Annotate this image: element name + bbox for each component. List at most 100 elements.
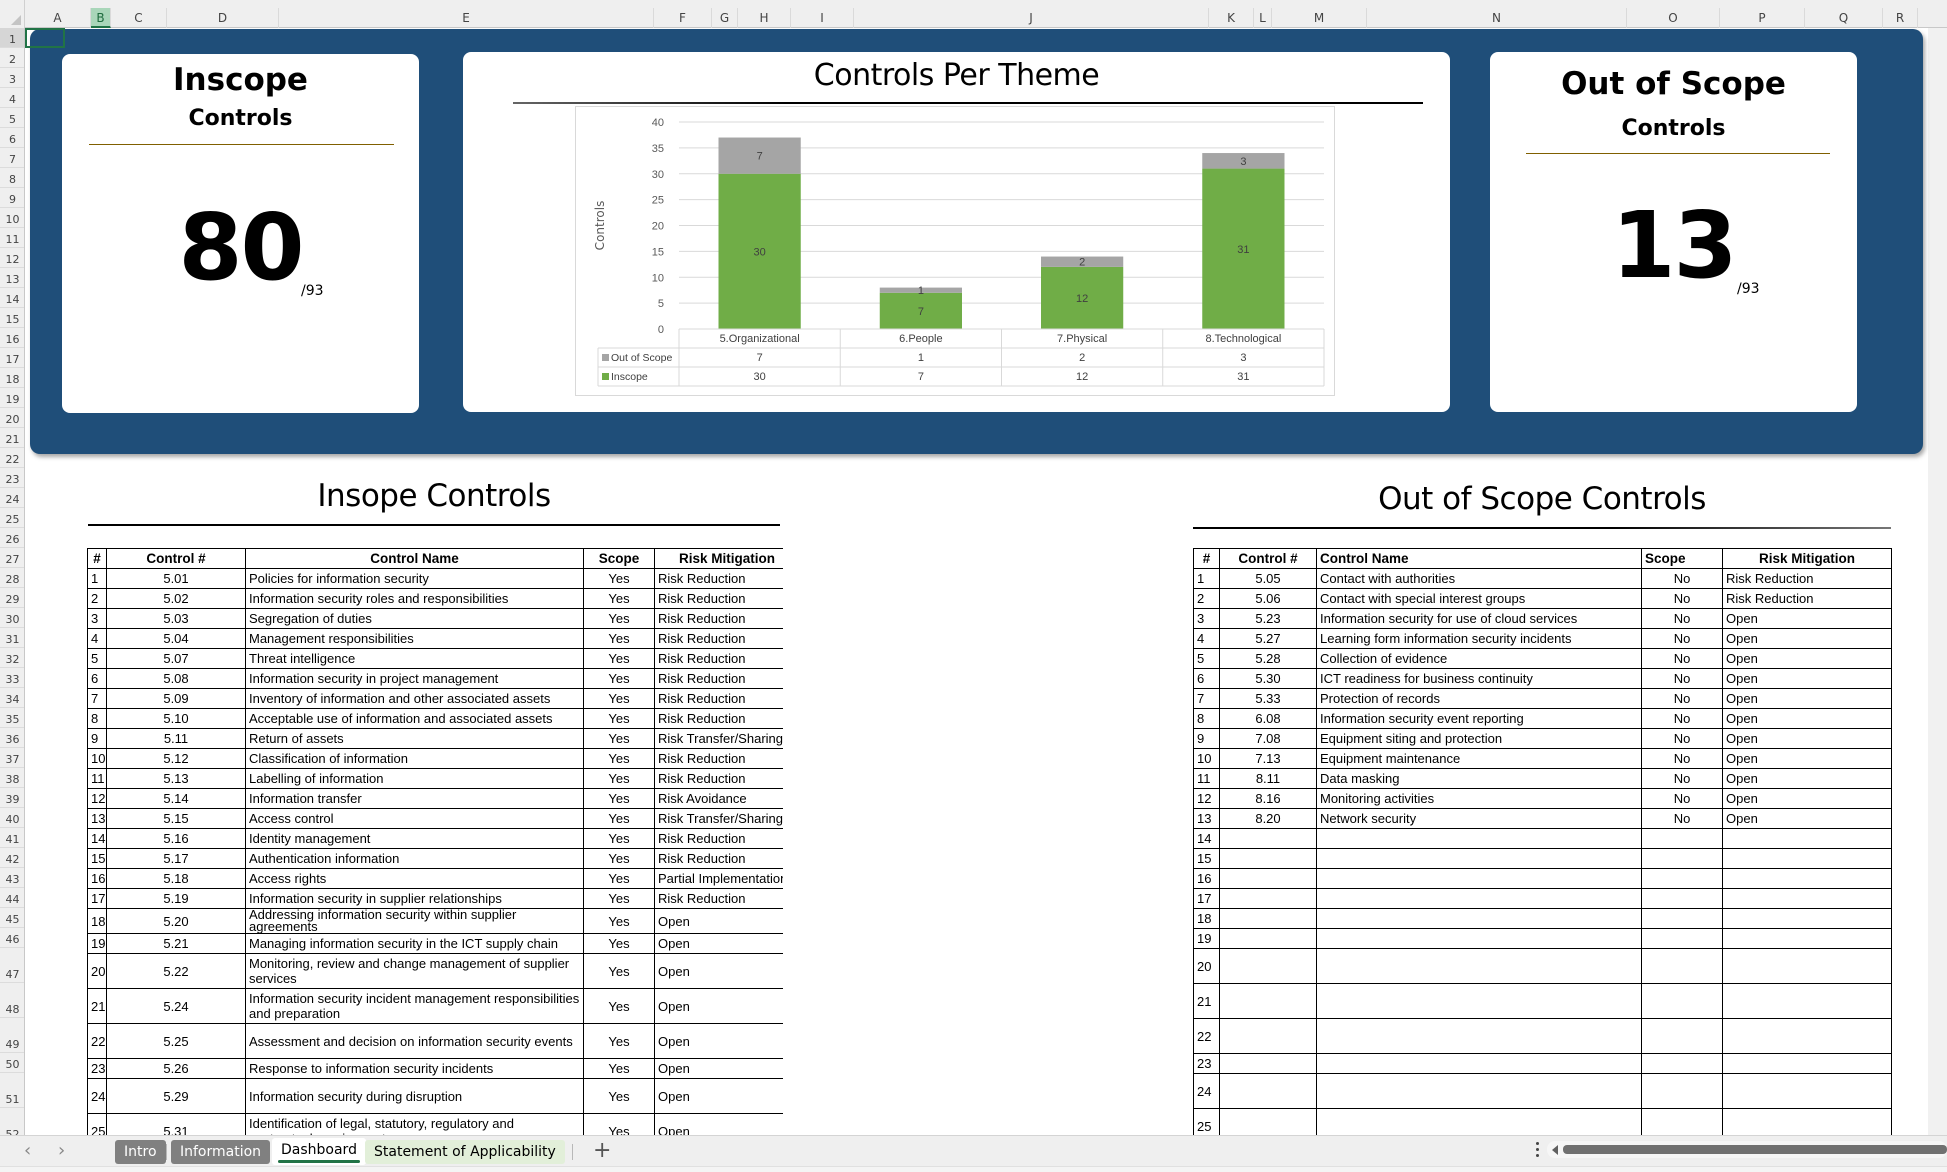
scope-cell[interactable]: Yes <box>583 953 655 989</box>
risk-mitigation-cell[interactable]: Open <box>1722 628 1892 649</box>
control-name-cell[interactable]: Addressing information security within s… <box>245 908 584 934</box>
control-name-cell[interactable]: Identification of legal, statutory, regu… <box>245 1113 584 1135</box>
control-number-cell[interactable] <box>1219 888 1317 909</box>
controls-per-theme-chart-card[interactable]: Controls Per Theme 0 5 10 15 20 25 30 35 40 Contr… <box>463 52 1450 412</box>
risk-mitigation-cell[interactable]: Risk Reduction <box>654 588 783 609</box>
scope-cell[interactable]: No <box>1641 788 1723 809</box>
row-header[interactable]: 51 <box>0 1073 24 1108</box>
row-header[interactable]: 40 <box>0 808 24 828</box>
control-number-cell[interactable]: 5.25 <box>106 1023 246 1059</box>
table-row[interactable]: 24 5.29 Information security during disrup… <box>87 1078 783 1114</box>
table-row[interactable]: 11 5.13 Labelling of information Yes Risk Re… <box>87 768 783 789</box>
next-sheet-arrow-icon[interactable]: › <box>58 1140 65 1161</box>
scope-cell[interactable]: Yes <box>583 588 655 609</box>
column-header[interactable]: Q <box>1805 8 1883 28</box>
control-name-cell[interactable]: Authentication information <box>245 848 584 869</box>
header-col-scope[interactable]: Scope <box>583 548 655 569</box>
risk-mitigation-cell[interactable]: Open <box>654 1113 783 1135</box>
control-name-cell[interactable]: Collection of evidence <box>1316 648 1642 669</box>
control-name-cell[interactable]: Managing information security in the ICT… <box>245 933 584 954</box>
control-number-cell[interactable]: 5.13 <box>106 768 246 789</box>
risk-mitigation-cell[interactable]: Open <box>1722 788 1892 809</box>
row-header[interactable]: 9 <box>0 188 24 208</box>
scope-cell[interactable]: Yes <box>583 748 655 769</box>
control-number-cell[interactable]: 5.05 <box>1219 568 1317 589</box>
control-number-cell[interactable]: 8.16 <box>1219 788 1317 809</box>
control-name-cell[interactable] <box>1316 1053 1642 1074</box>
control-number-cell[interactable]: 5.01 <box>106 568 246 589</box>
column-header[interactable]: K <box>1209 8 1254 28</box>
risk-mitigation-cell[interactable] <box>1722 848 1892 869</box>
row-number-cell[interactable]: 3 <box>87 608 107 629</box>
control-number-cell[interactable] <box>1219 1108 1317 1135</box>
table-row[interactable]: 2 5.02 Information security roles and resp… <box>87 588 783 609</box>
risk-mitigation-cell[interactable]: Open <box>1722 808 1892 829</box>
control-name-cell[interactable]: Data masking <box>1316 768 1642 789</box>
row-number-cell[interactable]: 15 <box>87 848 107 869</box>
row-header[interactable]: 41 <box>0 828 24 848</box>
scope-cell[interactable]: Yes <box>583 608 655 629</box>
table-row[interactable]: 7 5.09 Inventory of information and other … <box>87 688 783 709</box>
control-number-cell[interactable]: 5.33 <box>1219 688 1317 709</box>
control-name-cell[interactable]: Contact with authorities <box>1316 568 1642 589</box>
table-row[interactable]: 2 5.06 Contact with special interest group… <box>1193 588 1892 609</box>
column-header[interactable]: I <box>791 8 854 28</box>
row-number-cell[interactable]: 1 <box>1193 568 1220 589</box>
row-number-cell[interactable]: 14 <box>1193 828 1220 849</box>
control-number-cell[interactable]: 5.10 <box>106 708 246 729</box>
control-number-cell[interactable]: 5.07 <box>106 648 246 669</box>
table-row[interactable]: 20 <box>1193 948 1892 984</box>
row-header[interactable]: 33 <box>0 668 24 688</box>
table-row[interactable]: 23 <box>1193 1053 1892 1074</box>
table-row[interactable]: 4 5.04 Management responsibilities Yes Risk … <box>87 628 783 649</box>
more-options-icon[interactable] <box>1536 1142 1540 1160</box>
row-header[interactable]: 16 <box>0 328 24 348</box>
control-number-cell[interactable]: 5.08 <box>106 668 246 689</box>
table-row[interactable]: 18 5.20 Addressing information security wi… <box>87 908 783 934</box>
row-number-cell[interactable]: 4 <box>1193 628 1220 649</box>
control-number-cell[interactable]: 5.20 <box>106 908 246 934</box>
row-header[interactable]: 6 <box>0 128 24 148</box>
risk-mitigation-cell[interactable]: Risk Reduction <box>654 768 783 789</box>
scope-cell[interactable]: Yes <box>583 708 655 729</box>
scope-cell[interactable]: Yes <box>583 788 655 809</box>
table-row[interactable]: 14 5.16 Identity management Yes Risk Reducti… <box>87 828 783 849</box>
risk-mitigation-cell[interactable]: Open <box>654 908 783 934</box>
row-header[interactable]: 29 <box>0 588 24 608</box>
scope-cell[interactable]: Yes <box>583 888 655 909</box>
chart-plot-frame[interactable]: 0 5 10 15 20 25 30 35 40 Controls 30 7 7 1 12 2 31 3 5.Org… <box>575 106 1335 396</box>
control-name-cell[interactable]: Information security roles and responsib… <box>245 588 584 609</box>
control-name-cell[interactable] <box>1316 983 1642 1019</box>
control-name-cell[interactable]: Protection of records <box>1316 688 1642 709</box>
scope-cell[interactable]: Yes <box>583 1078 655 1114</box>
scope-cell[interactable]: No <box>1641 808 1723 829</box>
control-name-cell[interactable]: Return of assets <box>245 728 584 749</box>
control-name-cell[interactable]: Threat intelligence <box>245 648 584 669</box>
control-name-cell[interactable]: Information security incident management… <box>245 988 584 1024</box>
scope-cell[interactable]: No <box>1641 688 1723 709</box>
control-name-cell[interactable]: Classification of information <box>245 748 584 769</box>
control-name-cell[interactable]: ICT readiness for business continuity <box>1316 668 1642 689</box>
row-number-cell[interactable]: 16 <box>87 868 107 889</box>
control-name-cell[interactable]: Acceptable use of information and associ… <box>245 708 584 729</box>
row-number-cell[interactable]: 12 <box>1193 788 1220 809</box>
control-name-cell[interactable] <box>1316 1108 1642 1135</box>
control-number-cell[interactable] <box>1219 868 1317 889</box>
row-number-cell[interactable]: 20 <box>87 953 107 989</box>
control-name-cell[interactable]: Assessment and decision on information s… <box>245 1023 584 1059</box>
row-number-cell[interactable]: 22 <box>1193 1018 1220 1054</box>
scope-cell[interactable] <box>1641 868 1723 889</box>
row-number-cell[interactable]: 1 <box>87 568 107 589</box>
row-header[interactable]: 44 <box>0 888 24 908</box>
row-header[interactable]: 36 <box>0 728 24 748</box>
scroll-left-arrow-icon[interactable] <box>1552 1145 1558 1155</box>
row-header[interactable]: 39 <box>0 788 24 808</box>
risk-mitigation-cell[interactable]: Risk Reduction <box>1722 568 1892 589</box>
control-number-cell[interactable] <box>1219 848 1317 869</box>
row-header[interactable]: 30 <box>0 608 24 628</box>
table-row[interactable]: 10 5.12 Classification of information Yes Ri… <box>87 748 783 769</box>
table-row[interactable]: 22 5.25 Assessment and decision on informa… <box>87 1023 783 1059</box>
row-number-cell[interactable]: 2 <box>87 588 107 609</box>
row-header[interactable]: 32 <box>0 648 24 668</box>
table-row[interactable]: 8 6.08 Information security event reportin… <box>1193 708 1892 729</box>
